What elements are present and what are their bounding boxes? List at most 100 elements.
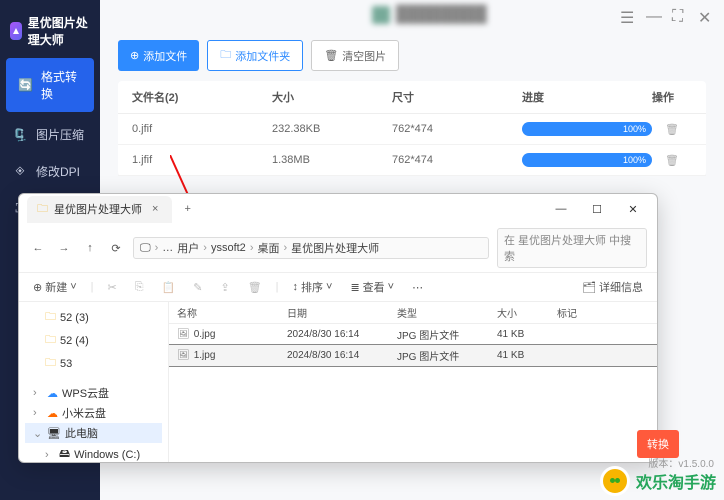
delete-icon[interactable]: 🗑 bbox=[652, 123, 692, 136]
sidebar-item-dpi[interactable]: 🞚 修改DPI bbox=[0, 153, 100, 190]
col-size[interactable]: 大小 bbox=[497, 305, 557, 320]
forward-button[interactable]: → bbox=[55, 239, 73, 257]
home-icon: 🖵 bbox=[140, 242, 151, 255]
new-button[interactable]: ⊕ 新建 ˅ bbox=[29, 277, 81, 297]
logo-icon bbox=[10, 22, 22, 40]
watermark-text: 欢乐淘手游 bbox=[636, 469, 716, 493]
refresh-button[interactable]: ⟳ bbox=[107, 239, 125, 257]
list-item[interactable]: 🖼0.jpg 2024/8/30 16:14 JPG 图片文件 41 KB bbox=[169, 324, 657, 345]
trash-icon: 🗑 bbox=[324, 49, 338, 62]
up-button[interactable]: ↑ bbox=[81, 239, 99, 257]
label: 新建 bbox=[45, 279, 67, 295]
back-button[interactable]: ← bbox=[29, 239, 47, 257]
col-date[interactable]: 日期 bbox=[287, 305, 397, 320]
folder-icon: 🗀 bbox=[45, 354, 56, 373]
new-tab-button[interactable]: + bbox=[178, 201, 196, 217]
table-row[interactable]: 1.jfif 1.38MB 762*474 100% 🗑 bbox=[118, 145, 706, 176]
col-name: 文件名(2) bbox=[132, 89, 272, 105]
label: 52 (4) bbox=[60, 335, 89, 347]
tree-item-this-pc[interactable]: ⌄🖥此电脑 bbox=[25, 423, 162, 443]
button-label: 添加文件 bbox=[143, 48, 187, 64]
cell-size: 41 KB bbox=[497, 329, 557, 340]
minimize-icon[interactable]: — bbox=[646, 8, 660, 22]
table-row[interactable]: 0.jfif 232.38KB 762*474 100% 🗑 bbox=[118, 114, 706, 145]
maximize-icon[interactable]: ☐ bbox=[581, 203, 613, 216]
menu-icon[interactable]: ☰ bbox=[620, 8, 634, 22]
maximize-icon[interactable]: ⛶ bbox=[672, 8, 686, 22]
tree-item[interactable]: 🗀 52 (4) bbox=[25, 329, 162, 352]
explorer-toolbar: ⊕ 新建 ˅ | ✂ ⎘ 📋 ✎ ⇪ 🗑 | ↕ 排序 ˅ ≣ 查看 ˅ ⋯ 🗂… bbox=[19, 273, 657, 302]
plus-icon: ⊕ bbox=[130, 49, 139, 62]
content: ⊕ 添加文件 🗀 添加文件夹 🗑 清空图片 文件名(2) 大小 尺寸 进度 bbox=[100, 30, 724, 186]
col-dimensions: 尺寸 bbox=[392, 89, 522, 105]
tree-item[interactable]: 🗀 53 bbox=[25, 352, 162, 375]
sort-button[interactable]: ↕ 排序 ˅ bbox=[289, 277, 337, 297]
folder-tree: 🗀 52 (3) 🗀 52 (4) 🗀 53 ›☁WPS云盘 ›☁小米云盘 ⌄🖥此电脑… bbox=[19, 302, 169, 462]
divider: | bbox=[276, 281, 279, 293]
tab-close-icon[interactable]: × bbox=[148, 203, 162, 215]
sidebar-item-label: 修改DPI bbox=[36, 163, 80, 180]
breadcrumb-seg[interactable]: 用户 bbox=[177, 240, 199, 256]
breadcrumb-seg[interactable]: 桌面 bbox=[257, 240, 279, 256]
col-size: 大小 bbox=[272, 89, 392, 105]
close-icon[interactable]: ✕ bbox=[698, 8, 712, 22]
list-item[interactable]: 🖼1.jpg 2024/8/30 16:14 JPG 图片文件 41 KB bbox=[169, 345, 657, 366]
add-folder-button[interactable]: 🗀 添加文件夹 bbox=[207, 40, 303, 71]
breadcrumb[interactable]: 🖵 › … 用户 › yssoft2 › 桌面 › 星优图片处理大师 bbox=[133, 237, 489, 259]
tree-item-drive-c[interactable]: ›🖴Windows (C:) bbox=[25, 443, 162, 462]
close-icon[interactable]: ✕ bbox=[617, 203, 649, 216]
label: WPS云盘 bbox=[62, 385, 109, 401]
col-type[interactable]: 类型 bbox=[397, 305, 497, 320]
breadcrumb-seg[interactable]: 星优图片处理大师 bbox=[291, 240, 379, 256]
explorer-tab[interactable]: 🗀 星优图片处理大师 × bbox=[27, 196, 172, 223]
tree-item-xiaomi[interactable]: ›☁小米云盘 bbox=[25, 403, 162, 423]
folder-icon: 🗀 bbox=[45, 308, 56, 327]
image-file-icon: 🖼 bbox=[177, 329, 190, 340]
folder-icon: 🗀 bbox=[45, 331, 56, 350]
col-name[interactable]: 名称 bbox=[177, 305, 287, 320]
progress-bar: 100% bbox=[522, 153, 652, 167]
label: 52 (3) bbox=[60, 312, 89, 324]
watermark-mascot-icon bbox=[600, 466, 630, 496]
user-block[interactable]: ████████ bbox=[372, 6, 487, 24]
breadcrumb-seg: … bbox=[162, 242, 173, 254]
details-pane-button[interactable]: 🗂 详细信息 bbox=[578, 277, 647, 297]
button-label: 添加文件夹 bbox=[235, 48, 290, 64]
cell-type: JPG 图片文件 bbox=[397, 327, 497, 342]
delete-icon[interactable]: 🗑 bbox=[652, 154, 692, 167]
cell-name: 🖼0.jpg bbox=[177, 329, 287, 340]
label: 53 bbox=[60, 358, 72, 370]
cell-name: 🖼1.jpg bbox=[177, 350, 287, 361]
sidebar-item-compress[interactable]: 🗜️ 图片压缩 bbox=[0, 116, 100, 153]
topbar: ████████ ☰ — ⛶ ✕ bbox=[100, 0, 724, 30]
delete-icon: 🗑 bbox=[244, 279, 266, 296]
search-input[interactable]: 在 星优图片处理大师 中搜索 bbox=[497, 228, 647, 268]
col-progress: 进度 bbox=[522, 89, 652, 105]
explorer-navbar: ← → ↑ ⟳ 🖵 › … 用户 › yssoft2 › 桌面 › 星优图片处理… bbox=[19, 224, 657, 273]
view-button[interactable]: ≣ 查看 ˅ bbox=[346, 277, 398, 297]
cell-name: 1.jfif bbox=[132, 154, 272, 166]
label: 查看 bbox=[363, 279, 385, 295]
breadcrumb-seg[interactable]: yssoft2 bbox=[211, 242, 246, 254]
sidebar-item-label: 格式转换 bbox=[41, 68, 82, 102]
minimize-icon[interactable]: — bbox=[545, 203, 577, 216]
convert-button[interactable]: 转换 bbox=[637, 430, 679, 458]
toolbar: ⊕ 添加文件 🗀 添加文件夹 🗑 清空图片 bbox=[118, 40, 706, 71]
app-logo: 星优图片处理大师 bbox=[0, 8, 100, 54]
tree-item-wps[interactable]: ›☁WPS云盘 bbox=[25, 383, 162, 403]
tree-item[interactable]: 🗀 52 (3) bbox=[25, 306, 162, 329]
sidebar-item-format-convert[interactable]: 🔄 格式转换 bbox=[6, 58, 94, 112]
label: Windows (C:) bbox=[74, 449, 140, 461]
col-tags[interactable]: 标记 bbox=[557, 305, 617, 320]
clear-button[interactable]: 🗑 清空图片 bbox=[311, 40, 399, 71]
cell-dimensions: 762*474 bbox=[392, 123, 522, 135]
cell-size: 232.38KB bbox=[272, 123, 392, 135]
col-action: 操作 bbox=[652, 89, 692, 105]
file-table: 文件名(2) 大小 尺寸 进度 操作 0.jfif 232.38KB 762*4… bbox=[118, 81, 706, 176]
compress-icon: 🗜️ bbox=[12, 127, 28, 143]
more-button[interactable]: ⋯ bbox=[408, 279, 427, 296]
avatar bbox=[372, 6, 390, 24]
chevron-right-icon: › bbox=[33, 387, 43, 399]
add-file-button[interactable]: ⊕ 添加文件 bbox=[118, 40, 199, 71]
file-list: 名称 日期 类型 大小 标记 🖼0.jpg 2024/8/30 16:14 JP… bbox=[169, 302, 657, 462]
